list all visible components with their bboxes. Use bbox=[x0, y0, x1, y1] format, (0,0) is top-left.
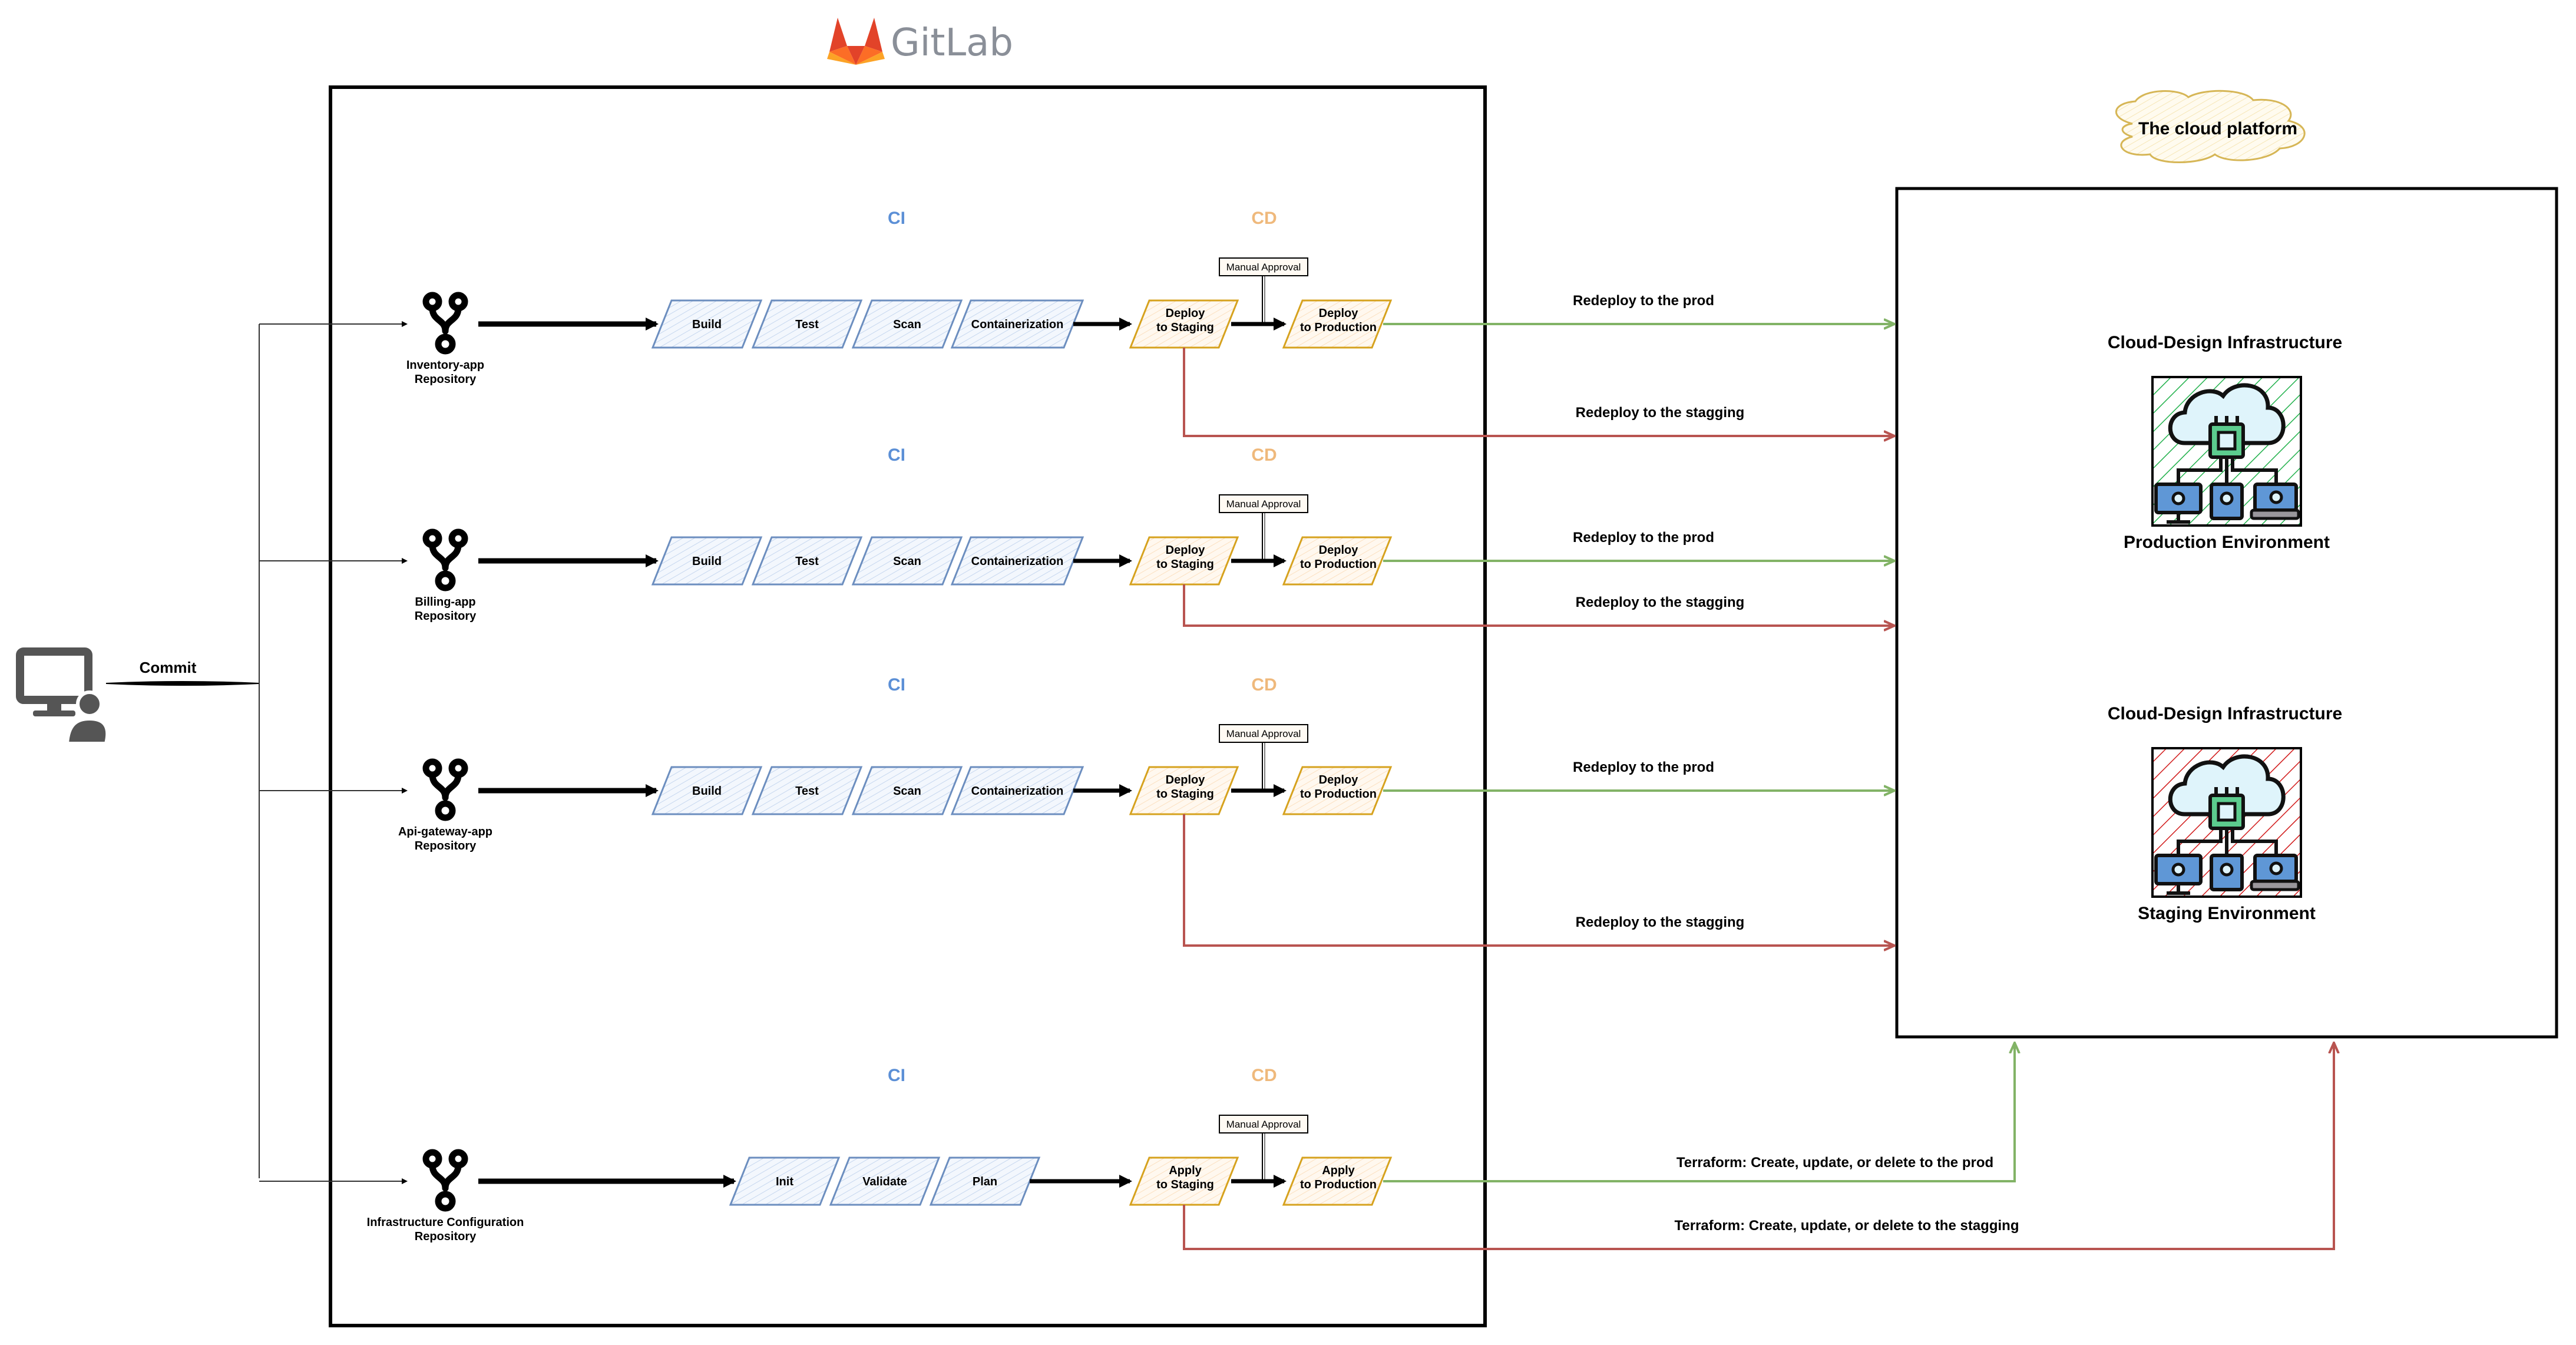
prod-link-label: Redeploy to the prod bbox=[1573, 530, 1714, 546]
ci-stage-label: Test bbox=[795, 555, 819, 568]
prod-link-label: Redeploy to the prod bbox=[1573, 293, 1714, 309]
ci-stage-label: Validate bbox=[862, 1175, 907, 1188]
ci-stage-label: Scan bbox=[893, 785, 921, 798]
ci-stage-label: Build bbox=[692, 318, 722, 331]
commit-label: Commit bbox=[140, 659, 197, 676]
cloud-platform-title: The cloud platform bbox=[2138, 119, 2297, 138]
manual-approval-label: Manual Approval bbox=[1226, 262, 1301, 273]
commit-line bbox=[105, 681, 260, 686]
staging-link-label: Redeploy to the stagging bbox=[1576, 405, 1745, 421]
ci-stage-label: Plan bbox=[973, 1175, 997, 1188]
cd-label: CD bbox=[1251, 209, 1277, 228]
git-branch-icon bbox=[422, 292, 468, 355]
gitlab-wordmark: GitLab bbox=[891, 21, 1013, 65]
gitlab-logo: GitLab bbox=[827, 18, 1013, 65]
ci-stage-label: Test bbox=[795, 785, 819, 798]
git-branch-icon bbox=[422, 758, 468, 821]
cd-label: CD bbox=[1251, 1066, 1277, 1085]
pipeline-diagram: GitLab The cloud platform Commit Invento… bbox=[16, 18, 2558, 1327]
pipeline-row: Inventory-app Repository CI CD Build Test Scan… bbox=[259, 209, 1893, 436]
staging-link-label: Redeploy to the stagging bbox=[1576, 914, 1745, 930]
pipeline-row: Billing-app Repository CI CD Build Test Scan Co… bbox=[259, 445, 1893, 626]
repository-label: Api-gateway-app Repository bbox=[398, 825, 492, 852]
staging-deploy-link bbox=[1183, 348, 1893, 436]
ci-stage-label: Containerization bbox=[971, 555, 1064, 568]
cd-label: CD bbox=[1251, 675, 1277, 695]
repository-label: Infrastructure Configuration Repository bbox=[367, 1216, 524, 1243]
ci-stage-label: Containerization bbox=[971, 785, 1064, 798]
manual-approval-label: Manual Approval bbox=[1226, 728, 1301, 739]
staging-link-label: Terraform: Create, update, or delete to … bbox=[1675, 1218, 2019, 1234]
environment-name: Production Environment bbox=[2124, 533, 2330, 552]
ci-stage-label: Build bbox=[692, 785, 722, 798]
staging-deploy-link bbox=[1183, 814, 1893, 946]
git-branch-icon bbox=[422, 528, 468, 591]
ci-stage-label: Test bbox=[795, 318, 819, 331]
ci-label: CI bbox=[888, 209, 905, 228]
environment-name: Staging Environment bbox=[2138, 904, 2316, 923]
cd-label: CD bbox=[1251, 445, 1277, 465]
ci-label: CI bbox=[888, 675, 905, 695]
gitlab-boundary bbox=[329, 85, 1487, 1327]
environment-heading: Cloud-Design Infrastructure bbox=[2108, 333, 2342, 352]
cloud-platform-badge: The cloud platform bbox=[2115, 90, 2306, 163]
staging-link-label: Redeploy to the stagging bbox=[1576, 594, 1745, 610]
staging-environment: Cloud-Design Infrastructure Staging Envir… bbox=[2108, 704, 2342, 923]
ci-stage-label: Containerization bbox=[971, 318, 1064, 331]
pipeline-row: Infrastructure Configuration Repository CI… bbox=[259, 1044, 2334, 1250]
prod-link-label: Redeploy to the prod bbox=[1573, 759, 1714, 775]
manual-approval-label: Manual Approval bbox=[1226, 498, 1301, 510]
git-branch-icon bbox=[422, 1149, 468, 1212]
repository-label: Billing-app Repository bbox=[415, 596, 477, 623]
ci-stage-label: Build bbox=[692, 555, 722, 568]
repository-label: Inventory-app Repository bbox=[406, 359, 484, 386]
ci-label: CI bbox=[888, 1066, 905, 1085]
ci-stage-label: Scan bbox=[893, 555, 921, 568]
developer-icon bbox=[16, 647, 110, 745]
ci-stage-label: Scan bbox=[893, 318, 921, 331]
manual-approval-label: Manual Approval bbox=[1226, 1119, 1301, 1130]
prod-link-label: Terraform: Create, update, or delete to … bbox=[1676, 1155, 1993, 1171]
pipeline-row: Api-gateway-app Repository CI CD Build Test Sc… bbox=[259, 675, 1893, 946]
production-environment: Cloud-Design Infrastructure Production En… bbox=[2108, 333, 2342, 552]
ci-label: CI bbox=[888, 445, 905, 465]
environment-heading: Cloud-Design Infrastructure bbox=[2108, 704, 2342, 723]
staging-deploy-link bbox=[1183, 584, 1893, 626]
ci-stage-label: Init bbox=[776, 1175, 793, 1188]
gitlab-tanuki-icon bbox=[827, 18, 885, 65]
